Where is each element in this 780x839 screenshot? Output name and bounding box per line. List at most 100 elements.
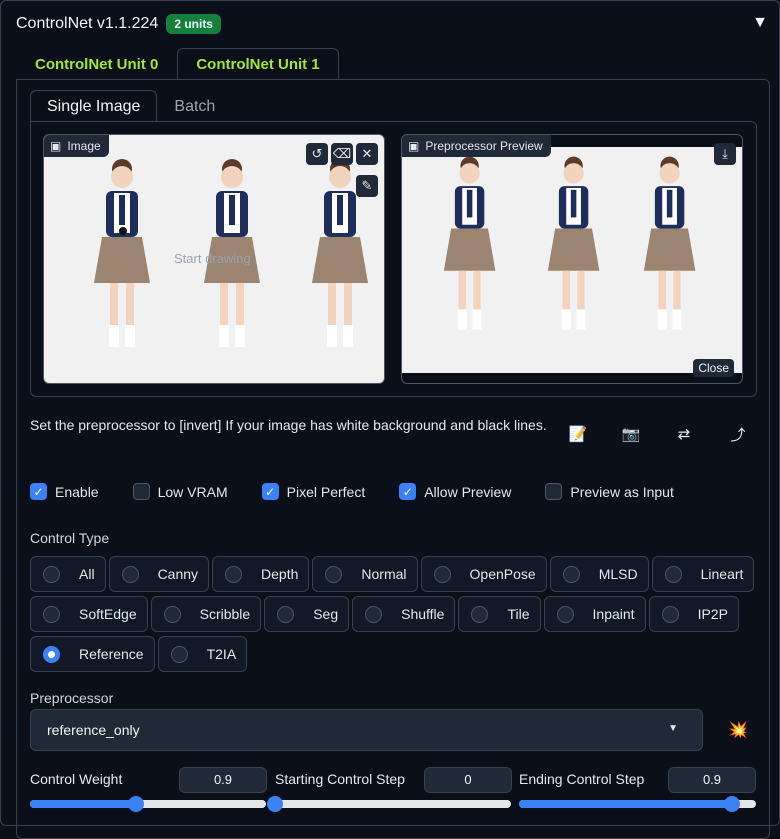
radio-dot <box>562 565 580 583</box>
checkbox-unchecked[interactable] <box>545 483 563 500</box>
radio-lineart[interactable]: Lineart <box>651 556 755 592</box>
low-vram-checkbox[interactable]: Low VRAM <box>132 483 228 500</box>
close-preview-button[interactable]: Close <box>693 359 734 377</box>
checkbox-label: Preview as Input <box>570 483 674 500</box>
radio-dot <box>433 565 451 583</box>
preview-label: ▣ Preprocessor Preview <box>402 135 551 157</box>
control-type-label: Control Type <box>30 530 110 546</box>
eraser-icon[interactable]: ⌫ <box>331 143 353 165</box>
send-arrow-icon[interactable]: ⤴ <box>727 423 749 445</box>
camera-icon[interactable]: 📷 <box>620 423 642 445</box>
radio-all[interactable]: All <box>30 556 106 592</box>
edit-memo-icon[interactable]: 📝 <box>567 423 589 445</box>
radio-label: Normal <box>361 566 407 582</box>
allow-preview-checkbox[interactable]: ✓ Allow Preview <box>399 483 511 500</box>
radio-label: Reference <box>79 646 144 662</box>
image-label: ▣ Image <box>44 135 109 157</box>
control-type-row-2: SoftEdge Scribble Seg Shuffle Tile Inpai… <box>30 596 739 632</box>
tab-single-image[interactable]: Single Image <box>30 90 158 122</box>
panel-title: ControlNet v1.1.224 <box>16 15 159 32</box>
preprocessor-value: reference_only <box>47 722 140 738</box>
radio-dot <box>225 565 243 583</box>
radio-canny[interactable]: Canny <box>108 556 210 592</box>
image-canvas[interactable]: ▣ Image ↺ ⌫ ✕ ✎ Start drawing <box>43 134 385 384</box>
radio-shuffle[interactable]: Shuffle <box>352 596 456 632</box>
radio-dot <box>121 565 139 583</box>
close-icon[interactable]: ✕ <box>356 143 378 165</box>
ending-control-step-slider[interactable] <box>519 796 756 812</box>
radio-softedge[interactable]: SoftEdge <box>30 596 148 632</box>
image-icon: ▣ <box>408 139 420 153</box>
radio-normal[interactable]: Normal <box>312 556 418 592</box>
run-preprocessor-explosion-icon[interactable]: 💥 <box>728 720 748 740</box>
brush-icon[interactable]: ✎ <box>356 175 378 197</box>
unit-tabs: ControlNet Unit 0 ControlNet Unit 1 <box>16 48 339 80</box>
radio-depth[interactable]: Depth <box>212 556 310 592</box>
radio-dot <box>365 605 383 623</box>
preview-label-text: Preprocessor Preview <box>425 139 543 153</box>
radio-label: Lineart <box>700 566 744 582</box>
slider-fill <box>519 800 733 808</box>
radio-label: Inpaint <box>592 606 635 622</box>
controlnet-header[interactable]: ControlNet v1.1.224 2 units <box>16 14 221 34</box>
radio-ip2p[interactable]: IP2P <box>648 596 739 632</box>
radio-tile[interactable]: Tile <box>458 596 541 632</box>
tab-batch[interactable]: Batch <box>157 90 232 122</box>
checkbox-label: Low VRAM <box>157 483 228 500</box>
undo-icon[interactable]: ↺ <box>306 143 328 165</box>
checkbox-checked[interactable]: ✓ <box>261 483 279 500</box>
start-drawing-hint: Start drawing <box>174 251 251 266</box>
radio-openpose[interactable]: OpenPose <box>420 556 547 592</box>
collapse-triangle-icon[interactable]: ▼ <box>752 14 768 32</box>
swap-icon[interactable]: ⇄ <box>673 423 695 445</box>
preprocessor-select[interactable]: reference_only ▼ <box>30 709 703 751</box>
radio-reference[interactable]: Reference <box>30 636 155 672</box>
checkbox-checked[interactable]: ✓ <box>30 483 47 500</box>
invert-hint: Set the preprocessor to [invert] If your… <box>30 417 547 433</box>
radio-dot <box>170 645 188 663</box>
radio-label: Tile <box>507 606 530 622</box>
starting-control-step-input[interactable]: 0 <box>424 767 512 793</box>
checkbox-checked[interactable]: ✓ <box>399 483 417 500</box>
tab-controlnet-unit-0[interactable]: ControlNet Unit 0 <box>16 48 177 80</box>
radio-dot <box>661 605 679 623</box>
radio-seg[interactable]: Seg <box>264 596 350 632</box>
radio-label: Shuffle <box>401 606 445 622</box>
radio-t2ia[interactable]: T2IA <box>157 636 248 672</box>
starting-control-step-slider[interactable] <box>267 796 511 812</box>
radio-label: Seg <box>313 606 339 622</box>
radio-scribble[interactable]: Scribble <box>150 596 262 632</box>
image-icon: ▣ <box>50 139 62 153</box>
radio-dot-selected <box>43 645 60 663</box>
image-area: ▣ Image ↺ ⌫ ✕ ✎ Start drawing ▣ Preproce… <box>30 121 757 397</box>
radio-label: Depth <box>261 566 299 582</box>
checkbox-unchecked[interactable] <box>132 483 150 500</box>
preprocessor-label: Preprocessor <box>30 690 114 706</box>
download-icon[interactable]: ⤓ <box>714 143 736 165</box>
preprocessor-preview: ▣ Preprocessor Preview ⤓ Close <box>401 134 743 384</box>
enable-checkbox[interactable]: ✓ Enable <box>30 483 99 500</box>
chevron-down-icon: ▼ <box>668 723 678 734</box>
ending-control-step-input[interactable]: 0.9 <box>668 767 756 793</box>
tab-controlnet-unit-1[interactable]: ControlNet Unit 1 <box>177 48 339 80</box>
radio-label: Scribble <box>199 606 251 622</box>
pixel-perfect-checkbox[interactable]: ✓ Pixel Perfect <box>261 483 365 500</box>
control-weight-input[interactable]: 0.9 <box>179 767 267 793</box>
radio-label: MLSD <box>598 566 638 582</box>
radio-dot <box>325 565 343 583</box>
radio-dot <box>277 605 295 623</box>
control-weight-label: Control Weight <box>30 771 123 787</box>
control-type-row-3: Reference T2IA <box>30 636 248 672</box>
radio-mlsd[interactable]: MLSD <box>549 556 649 592</box>
preview-as-input-checkbox[interactable]: Preview as Input <box>545 483 674 500</box>
options-checkboxes: ✓ Enable Low VRAM ✓ Pixel Perfect ✓ Allow P… <box>30 483 708 500</box>
radio-dot <box>471 605 489 623</box>
slider-thumb[interactable] <box>267 796 283 812</box>
radio-inpaint[interactable]: Inpaint <box>543 596 646 632</box>
control-weight-slider[interactable] <box>30 796 266 812</box>
control-type-row-1: All Canny Depth Normal OpenPose MLSD Lin… <box>30 556 755 592</box>
radio-dot <box>556 605 574 623</box>
slider-fill <box>30 800 137 808</box>
checkbox-label: Enable <box>55 483 99 500</box>
ending-control-step-label: Ending Control Step <box>519 771 645 787</box>
